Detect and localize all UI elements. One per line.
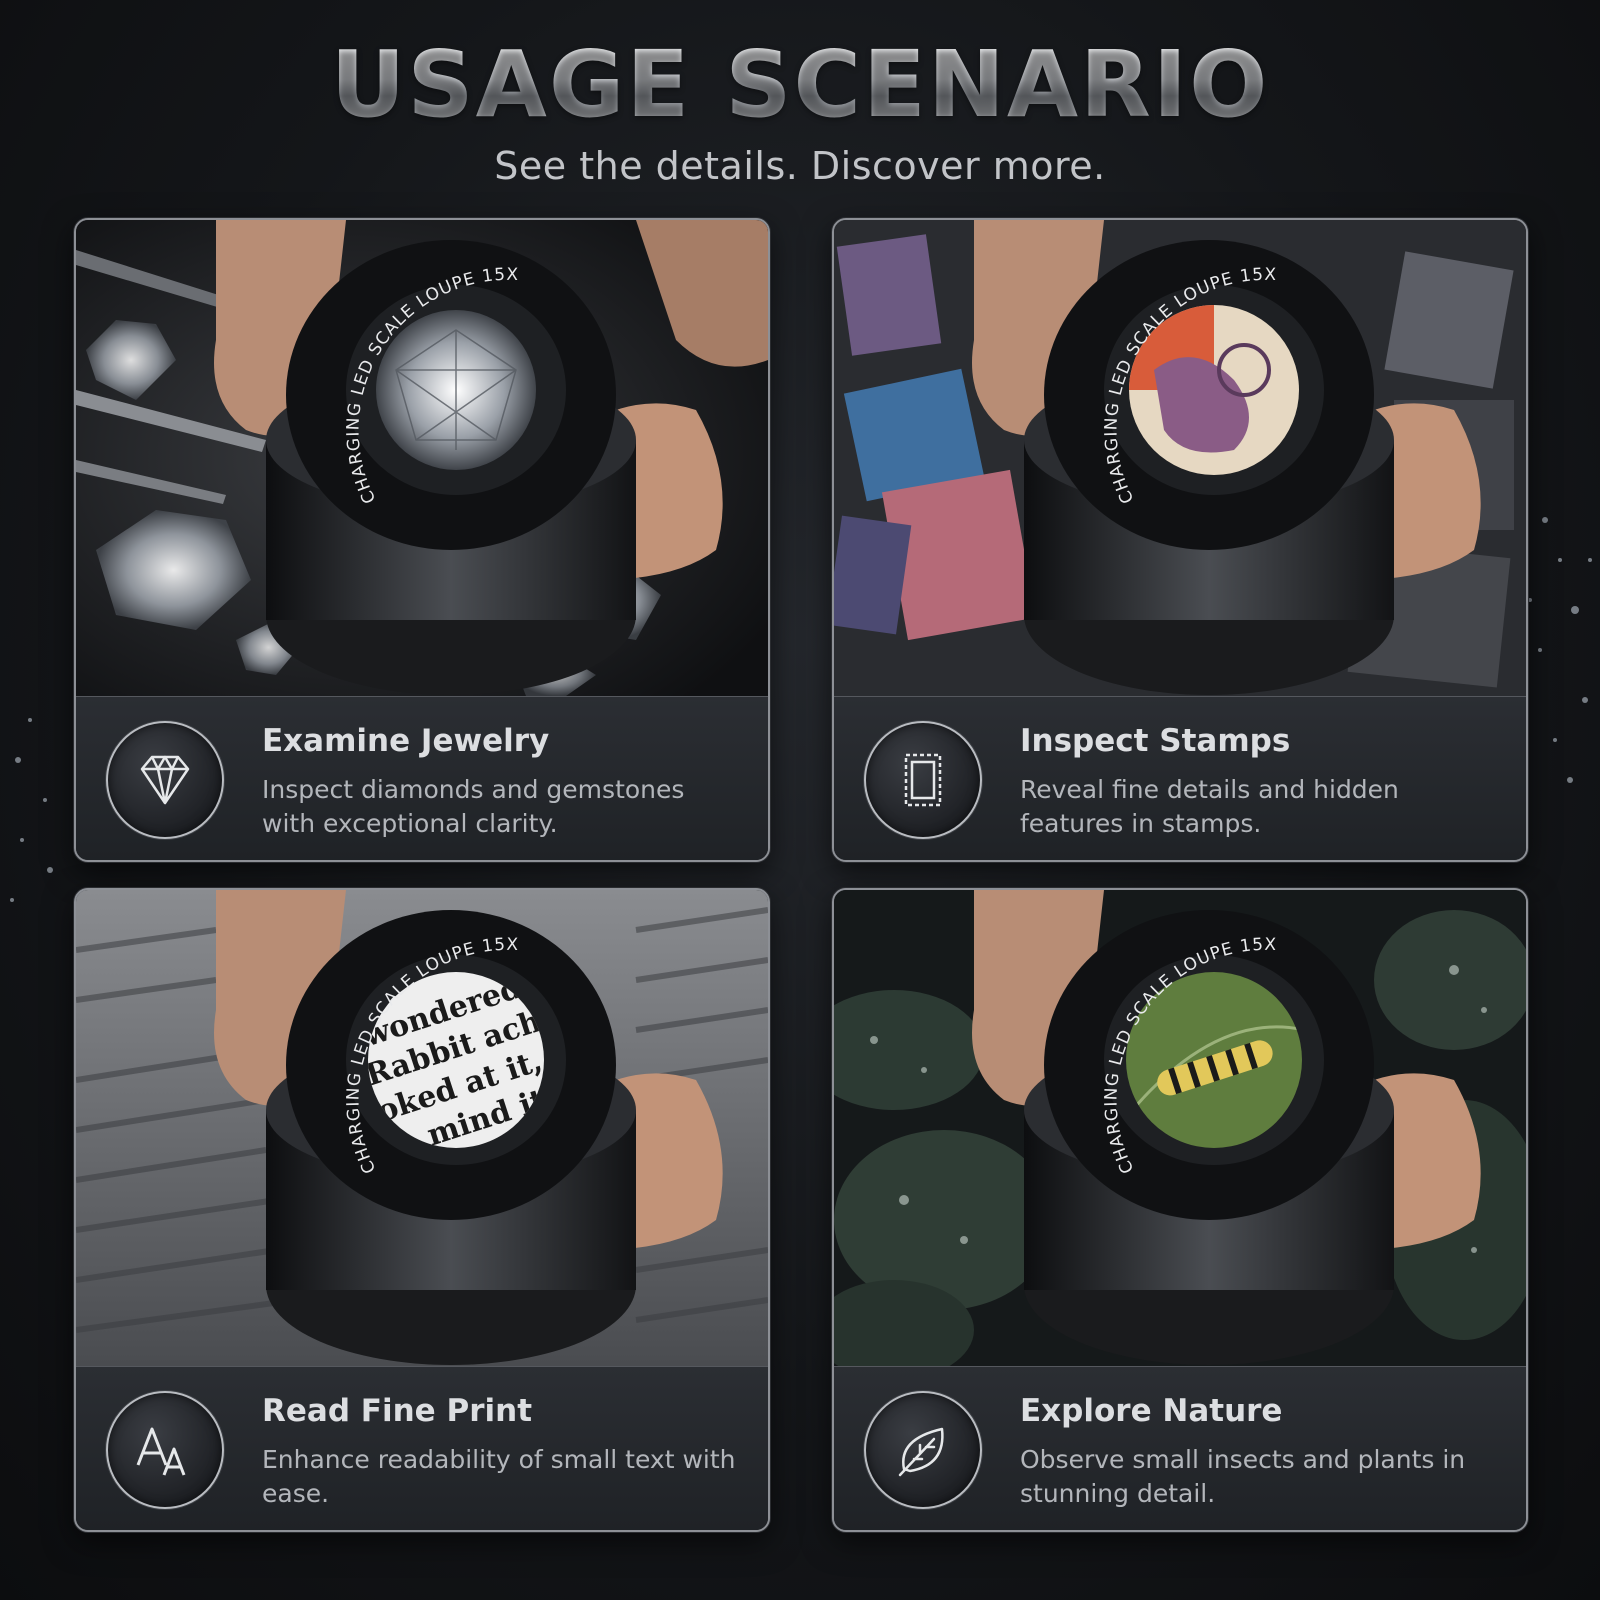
- stamps-scene-image: CHARGING LED SCALE LOUPE 15X: [834, 220, 1526, 696]
- scenario-caption-panel: Explore Nature Observe small insects and…: [834, 1366, 1526, 1530]
- scenario-caption-panel: Read Fine Print Enhance readability of s…: [76, 1366, 768, 1530]
- scenario-card-jewelry: CHARGING LED SCALE LOUPE 15X Examine Jew…: [74, 218, 770, 862]
- page-title: USAGE SCENARIO: [0, 30, 1600, 140]
- page-header: USAGE SCENARIO See the details. Discover…: [0, 30, 1600, 188]
- scenario-caption-panel: Examine Jewelry Inspect diamonds and gem…: [76, 696, 768, 860]
- card-title: Inspect Stamps: [1020, 723, 1291, 759]
- scenario-card-nature: CHARGING LED SCALE LOUPE 15X Explore Nat…: [832, 888, 1528, 1532]
- leaf-icon: [864, 1391, 982, 1509]
- scenario-card-fine-print: wondered Rabbit ach oked at it, a mind i…: [74, 888, 770, 1532]
- card-description: Observe small insects and plants in stun…: [1020, 1445, 1466, 1508]
- jewelry-scene-image: CHARGING LED SCALE LOUPE 15X: [76, 220, 768, 696]
- scenario-caption-panel: Inspect Stamps Reveal fine details and h…: [834, 696, 1526, 860]
- fine-print-scene-image: wondered Rabbit ach oked at it, a mind i…: [76, 890, 768, 1366]
- card-title: Examine Jewelry: [262, 723, 550, 759]
- card-title: Read Fine Print: [262, 1393, 533, 1429]
- page-subtitle: See the details. Discover more.: [494, 144, 1106, 188]
- stamp-icon: [864, 721, 982, 839]
- diamond-icon: [106, 721, 224, 839]
- font-size-icon: [106, 1391, 224, 1509]
- card-description: Inspect diamonds and gemstones with exce…: [262, 775, 685, 838]
- card-title: Explore Nature: [1020, 1393, 1283, 1429]
- scenario-card-stamps: CHARGING LED SCALE LOUPE 15X Inspect Sta…: [832, 218, 1528, 862]
- card-description: Enhance readability of small text with e…: [262, 1445, 736, 1508]
- nature-scene-image: CHARGING LED SCALE LOUPE 15X: [834, 890, 1526, 1366]
- card-description: Reveal fine details and hidden features …: [1020, 775, 1399, 838]
